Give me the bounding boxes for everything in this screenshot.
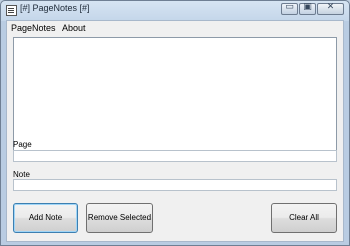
- note-field[interactable]: [13, 179, 337, 191]
- page-label: Page: [13, 140, 32, 149]
- close-icon: ✕: [326, 2, 335, 12]
- caption-buttons: ▭ ▣ ✕: [280, 2, 344, 17]
- title-bar[interactable]: [#] PageNotes [#] ▭ ▣ ✕: [1, 1, 349, 19]
- note-label: Note: [13, 170, 30, 179]
- menu-item-pagenotes[interactable]: PageNotes: [11, 23, 56, 33]
- notes-list[interactable]: [13, 37, 337, 153]
- app-window: [#] PageNotes [#] ▭ ▣ ✕ PageNotes About …: [0, 0, 350, 246]
- window-title: [#] PageNotes [#]: [20, 3, 90, 13]
- close-button[interactable]: ✕: [317, 2, 344, 15]
- minimize-button[interactable]: ▭: [281, 2, 298, 15]
- maximize-button[interactable]: ▣: [299, 2, 316, 15]
- client-area: PageNotes About Page Note Add Note Remov…: [6, 20, 344, 242]
- remove-selected-button[interactable]: Remove Selected: [86, 203, 153, 233]
- menu-bar: PageNotes About: [7, 21, 343, 36]
- menu-item-about[interactable]: About: [62, 23, 86, 33]
- minimize-icon: ▭: [285, 2, 294, 12]
- page-field[interactable]: [13, 150, 337, 162]
- clear-all-button[interactable]: Clear All: [271, 203, 337, 233]
- app-notepad-icon[interactable]: [6, 5, 17, 16]
- maximize-icon: ▣: [303, 2, 312, 12]
- add-note-button[interactable]: Add Note: [13, 203, 78, 233]
